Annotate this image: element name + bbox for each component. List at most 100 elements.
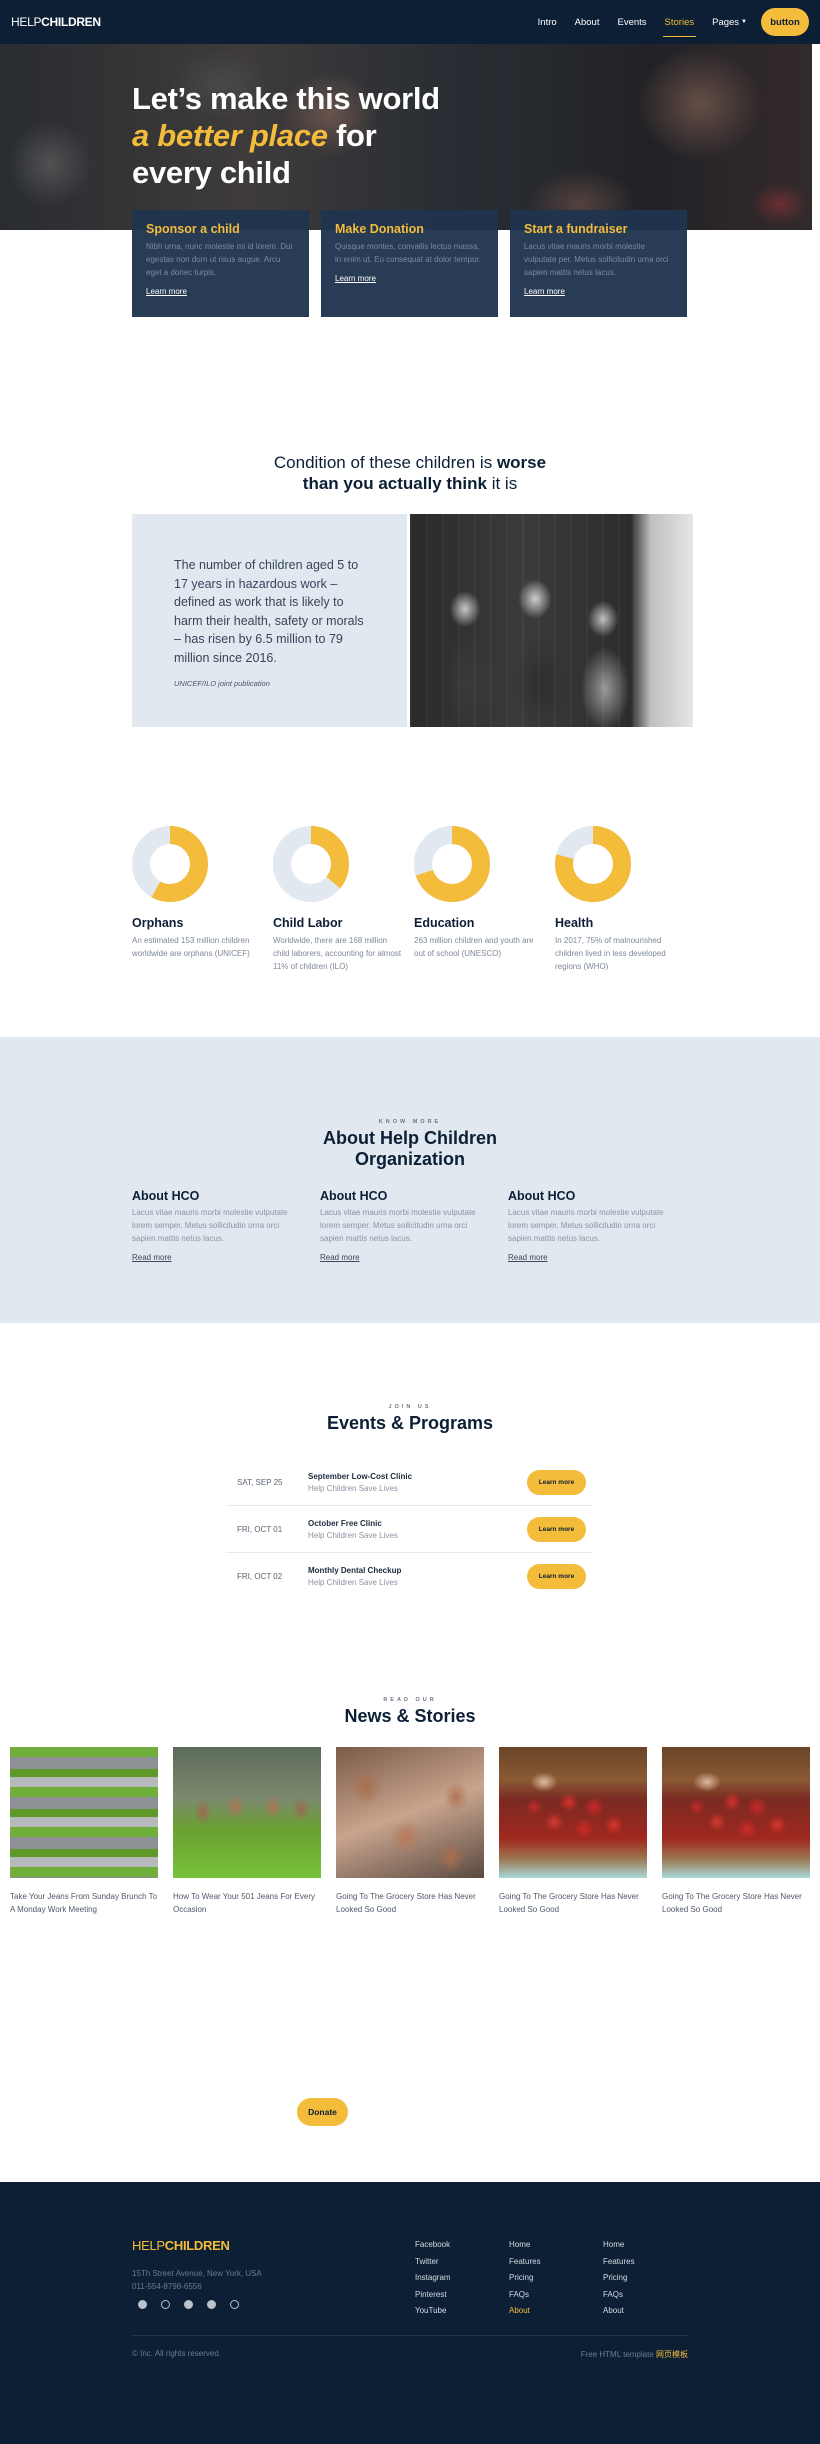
news-image-kids-in-field[interactable] — [173, 1747, 321, 1878]
event-learn-more-button[interactable]: Learn more — [527, 1564, 586, 1589]
instagram-icon[interactable] — [161, 2300, 170, 2309]
footer-link-home[interactable]: Home — [603, 2240, 635, 2257]
footer-link-facebook[interactable]: Facebook — [415, 2240, 451, 2257]
event-row: FRI, OCT 01 October Free Clinic Help Chi… — [226, 1506, 593, 1553]
card-text: Quisque montes, convallis lectus massa, … — [335, 242, 481, 264]
photo-texture — [410, 514, 693, 727]
footer-link-instagram[interactable]: Instagram — [415, 2273, 451, 2290]
read-more-link[interactable]: Read more — [508, 1253, 548, 1262]
nav-cta-button[interactable]: button — [761, 8, 809, 36]
news-image-garden-building[interactable] — [10, 1747, 158, 1878]
news-item[interactable]: Going To The Grocery Store Has Never Loo… — [499, 1747, 647, 1916]
stat-health: Health In 2017, 75% of malnourished chil… — [555, 826, 696, 973]
nav-link-about[interactable]: About — [575, 11, 600, 34]
event-subtitle: Help Children Save Lives — [308, 1530, 398, 1540]
footer-col-social: Facebook Twitter Instagram Pinterest You… — [415, 2240, 451, 2323]
copyright-text: © Inc. All rights reserved. — [132, 2349, 222, 2358]
footer: HELPCHILDREN 15Th Street Avenue, New Yor… — [0, 2182, 820, 2444]
footer-link-pricing[interactable]: Pricing — [509, 2273, 541, 2290]
event-info: September Low-Cost Clinic Help Children … — [308, 1472, 527, 1493]
footer-contact: 15Th Street Avenue, New York, USA 011-55… — [132, 2267, 262, 2293]
quote-source: UNICEF/ILO joint publication — [174, 679, 270, 688]
stat-title: Child Labor — [273, 916, 343, 930]
news-item-title[interactable]: Going To The Grocery Store Has Never Loo… — [336, 1890, 484, 1916]
hero-line-1: Let’s make this world — [132, 81, 440, 116]
stat-title: Health — [555, 916, 594, 930]
news-item-title[interactable]: Going To The Grocery Store Has Never Loo… — [499, 1890, 647, 1916]
footer-phone: 011-554-8798-6556 — [132, 2282, 202, 2291]
footer-logo[interactable]: HELPCHILDREN — [132, 2238, 230, 2253]
footer-col-3: Home Features Pricing FAQs About — [603, 2240, 635, 2323]
credit-text: Free HTML template — [580, 2350, 656, 2359]
event-subtitle: Help Children Save Lives — [308, 1483, 398, 1493]
learn-more-link[interactable]: Learn more — [524, 287, 565, 296]
footer-link-about[interactable]: About — [509, 2306, 541, 2323]
footer-link-home[interactable]: Home — [509, 2240, 541, 2257]
footer-link-about[interactable]: About — [603, 2306, 635, 2323]
footer-link-pricing[interactable]: Pricing — [603, 2273, 635, 2290]
children-photo — [410, 514, 693, 727]
news-image-apples-crate[interactable] — [662, 1747, 810, 1878]
footer-link-features[interactable]: Features — [603, 2257, 635, 2274]
quote-text: The number of children aged 5 to 17 year… — [174, 558, 364, 665]
card-title: Sponsor a child — [146, 222, 240, 236]
nav-link-stories[interactable]: Stories — [662, 11, 696, 37]
nav-link-intro[interactable]: Intro — [538, 11, 557, 34]
nav-link-pages[interactable]: Pages ▼ — [712, 11, 747, 34]
condition-heading-part: Condition of these children is — [273, 453, 497, 472]
news-item-title[interactable]: Going To The Grocery Store Has Never Loo… — [662, 1890, 810, 1916]
news-item[interactable]: How To Wear Your 501 Jeans For Every Occ… — [173, 1747, 321, 1916]
hero-line-3: every child — [132, 155, 291, 190]
news-item[interactable]: Take Your Jeans From Sunday Brunch To A … — [10, 1747, 158, 1916]
footer-link-faqs[interactable]: FAQs — [603, 2290, 635, 2307]
section-eyebrow: KNOW MORE — [378, 1119, 442, 1125]
event-date: FRI, OCT 01 — [237, 1524, 283, 1534]
event-date: SAT, SEP 25 — [237, 1477, 283, 1487]
nav-link-events[interactable]: Events — [617, 11, 646, 34]
event-learn-more-button[interactable]: Learn more — [527, 1469, 586, 1495]
quote-box: The number of children aged 5 to 17 year… — [132, 514, 407, 727]
event-learn-more-button[interactable]: Learn more — [527, 1516, 586, 1542]
learn-more-link[interactable]: Learn more — [335, 274, 376, 283]
event-info: Monthly Dental Checkup Help Children Sav… — [308, 1566, 527, 1587]
learn-more-link[interactable]: Learn more — [146, 287, 187, 296]
skype-icon[interactable] — [184, 2300, 193, 2309]
stat-title: Orphans — [132, 916, 184, 930]
news-item[interactable]: Going To The Grocery Store Has Never Loo… — [662, 1747, 810, 1916]
whatsapp-icon[interactable] — [230, 2300, 239, 2309]
logo-light-text: HELP — [11, 15, 42, 29]
footer-link-pinterest[interactable]: Pinterest — [415, 2290, 451, 2307]
news-item-title[interactable]: Take Your Jeans From Sunday Brunch To A … — [10, 1890, 158, 1916]
stats-row: Orphans An estimated 153 million childre… — [132, 826, 696, 973]
facebook-icon[interactable] — [138, 2300, 147, 2309]
footer-link-faqs[interactable]: FAQs — [509, 2290, 541, 2307]
footer-link-features[interactable]: Features — [509, 2257, 541, 2274]
news-title: News & Stories — [344, 1706, 476, 1726]
footer-credit: Free HTML template 网页模板 — [581, 2349, 688, 2360]
about-column-title: About HCO — [320, 1189, 388, 1203]
footer-link-twitter[interactable]: Twitter — [415, 2257, 451, 2274]
read-more-link[interactable]: Read more — [320, 1253, 360, 1262]
events-title: Events & Programs — [326, 1413, 494, 1433]
top-navbar: HELPCHILDREN Intro About Events Stories … — [0, 0, 820, 44]
footer-logo-light: HELP — [132, 2238, 165, 2253]
news-item[interactable]: Going To The Grocery Store Has Never Loo… — [336, 1747, 484, 1916]
read-more-link[interactable]: Read more — [132, 1253, 172, 1262]
stat-education: Education 263 million children and youth… — [414, 826, 555, 973]
news-grid: Take Your Jeans From Sunday Brunch To A … — [10, 1747, 810, 1916]
news-image-smiling-kids[interactable] — [336, 1747, 484, 1878]
pinterest-icon[interactable] — [207, 2300, 216, 2309]
event-name: September Low-Cost Clinic — [308, 1471, 413, 1481]
news-item-title[interactable]: How To Wear Your 501 Jeans For Every Occ… — [173, 1890, 321, 1916]
caret-down-icon: ▼ — [741, 18, 747, 25]
credit-link[interactable]: 网页模板 — [656, 2350, 688, 2359]
about-title: About Help Children Organization — [0, 1128, 820, 1170]
nav-link-pages-label: Pages — [712, 16, 740, 28]
donate-button[interactable]: Donate — [297, 2098, 348, 2126]
card-title: Make Donation — [335, 222, 424, 236]
footer-link-youtube[interactable]: YouTube — [415, 2306, 451, 2323]
logo[interactable]: HELPCHILDREN — [11, 15, 101, 29]
news-image-apples-crate[interactable] — [499, 1747, 647, 1878]
event-row: SAT, SEP 25 September Low-Cost Clinic He… — [226, 1459, 593, 1506]
about-column-title: About HCO — [132, 1189, 200, 1203]
